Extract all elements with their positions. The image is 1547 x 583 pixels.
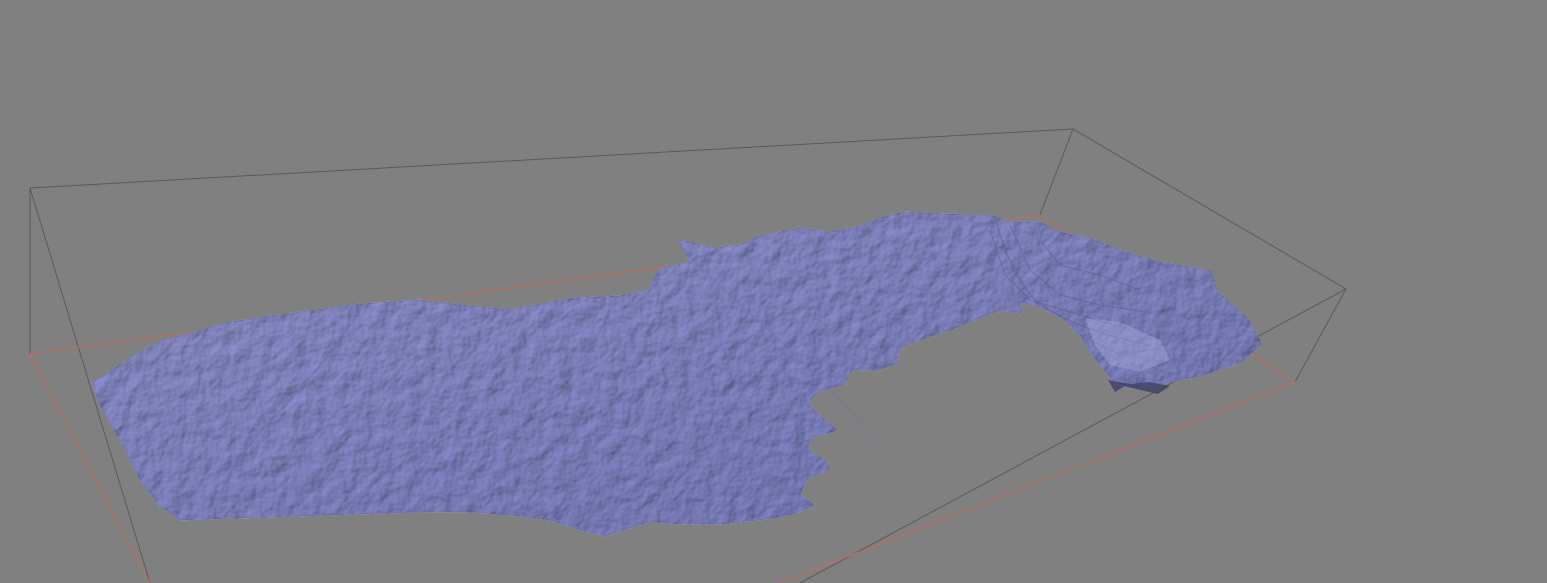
terrain-mesh[interactable] <box>91 211 1263 537</box>
scene-canvas[interactable] <box>0 0 1547 583</box>
3d-viewport[interactable] <box>0 0 1547 583</box>
bbox-edge-vertical-back <box>1039 128 1074 216</box>
terrain-surface[interactable] <box>91 211 1263 537</box>
bbox-edge-top-back <box>29 128 1074 189</box>
ground-edge-front <box>779 381 1296 583</box>
